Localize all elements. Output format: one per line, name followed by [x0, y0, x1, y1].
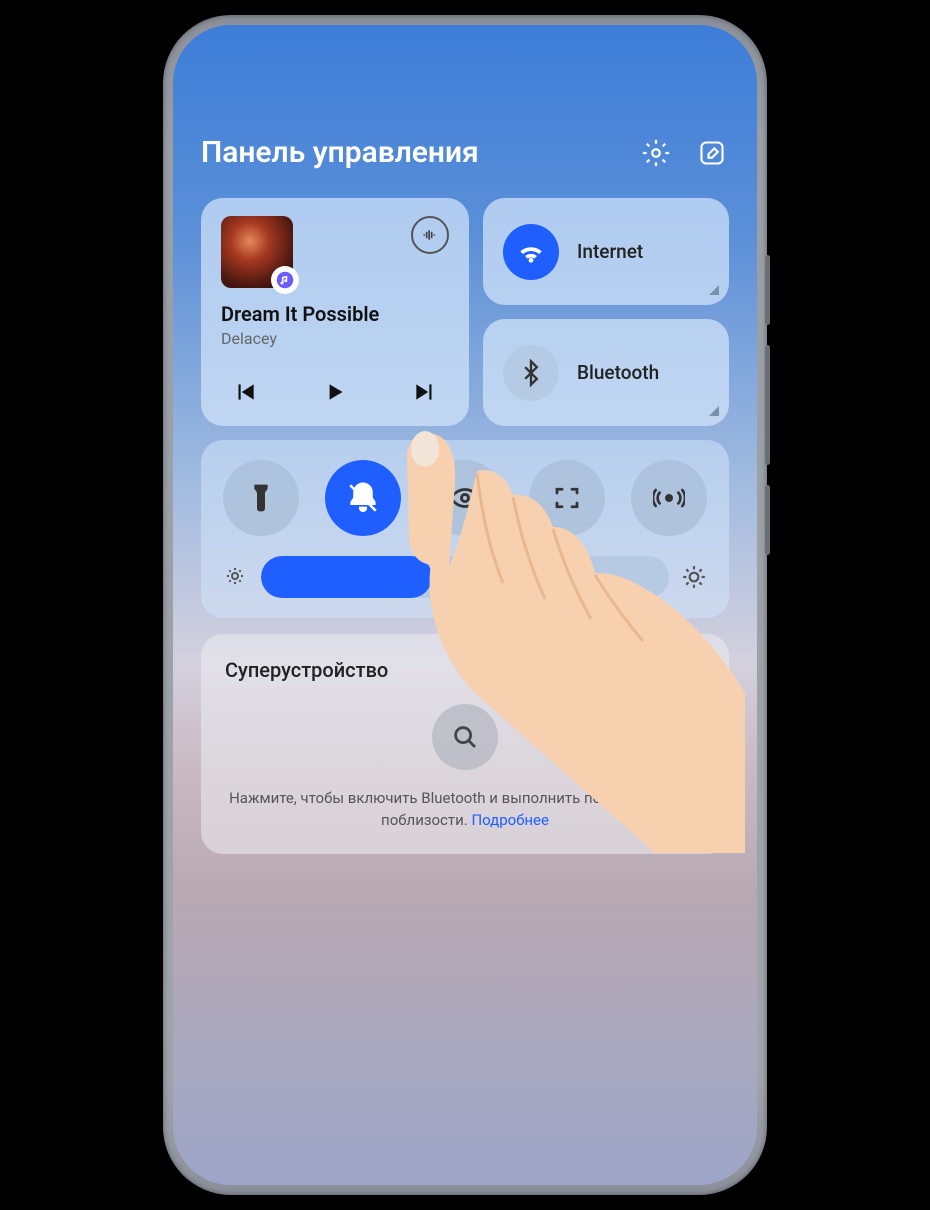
super-device-hint: Нажмите, чтобы включить Bluetooth и выпо… — [225, 788, 705, 832]
media-card[interactable]: Dream It Possible Delacey — [201, 198, 469, 426]
phone-frame: Панель управления — [163, 15, 767, 1195]
volume-button[interactable] — [765, 345, 770, 465]
gear-icon — [641, 138, 671, 168]
screen: Панель управления — [173, 25, 757, 1185]
album-art — [221, 216, 293, 288]
music-note-icon — [276, 271, 294, 289]
top-cards-row: Dream It Possible Delacey — [201, 198, 729, 426]
internet-label: Internet — [577, 240, 643, 263]
brightness-low-icon — [223, 564, 249, 590]
sound-wave-icon — [420, 225, 440, 245]
nfc-icon — [653, 482, 685, 514]
music-app-badge — [271, 266, 299, 294]
screenshot-toggle[interactable] — [529, 460, 605, 536]
close-icon — [677, 656, 703, 682]
wifi-icon-circle — [503, 224, 559, 280]
next-track-button[interactable] — [409, 376, 441, 408]
artist-name: Delacey — [221, 329, 449, 348]
hint-text: Нажмите, чтобы включить Bluetooth и выпо… — [229, 789, 701, 829]
control-panel-header: Панель управления — [201, 135, 729, 170]
bluetooth-label: Bluetooth — [577, 361, 659, 384]
bluetooth-icon — [517, 359, 545, 387]
bluetooth-tile[interactable]: Bluetooth — [483, 319, 729, 426]
bell-off-icon — [346, 481, 380, 515]
brightness-row — [223, 556, 707, 598]
internet-tile[interactable]: Internet — [483, 198, 729, 305]
play-pause-button[interactable] — [319, 376, 351, 408]
eye-icon — [448, 481, 482, 515]
super-device-title: Суперустройство — [225, 658, 388, 682]
skip-next-icon — [412, 379, 438, 405]
page-title: Панель управления — [201, 135, 479, 170]
super-device-search-button[interactable] — [432, 704, 498, 770]
flashlight-icon — [245, 482, 277, 514]
song-title: Dream It Possible — [221, 302, 449, 326]
super-device-close-button[interactable] — [677, 656, 705, 684]
eye-comfort-toggle[interactable] — [427, 460, 503, 536]
brightness-slider-fill — [261, 556, 432, 598]
edit-icon — [698, 139, 726, 167]
edit-button[interactable] — [695, 136, 729, 170]
do-not-disturb-toggle[interactable] — [325, 460, 401, 536]
brightness-slider[interactable] — [261, 556, 669, 598]
connectivity-column: Internet Bluetooth — [483, 198, 729, 426]
nfc-toggle[interactable] — [631, 460, 707, 536]
screenshot-icon — [552, 483, 582, 513]
header-actions — [639, 136, 729, 170]
bluetooth-icon-circle — [503, 345, 559, 401]
skip-previous-icon — [232, 379, 258, 405]
play-icon — [322, 379, 348, 405]
audio-output-button[interactable] — [411, 216, 449, 254]
expand-corner-icon — [709, 285, 719, 295]
settings-button[interactable] — [639, 136, 673, 170]
learn-more-link[interactable]: Подробнее — [471, 811, 549, 829]
side-button[interactable] — [765, 485, 770, 555]
toggle-row — [223, 460, 707, 536]
power-button[interactable] — [765, 255, 770, 325]
expand-corner-icon — [709, 406, 719, 416]
quick-toggle-panel — [201, 440, 729, 618]
super-device-card: Суперустройство Нажмите, чтобы включить … — [201, 634, 729, 854]
previous-track-button[interactable] — [229, 376, 261, 408]
wifi-icon — [515, 236, 547, 268]
search-icon — [450, 722, 480, 752]
flashlight-toggle[interactable] — [223, 460, 299, 536]
brightness-high-icon — [681, 564, 707, 590]
